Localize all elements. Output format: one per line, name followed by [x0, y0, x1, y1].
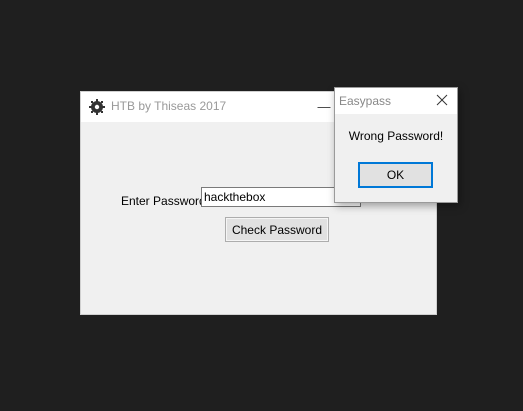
- dialog-title: Easypass: [339, 94, 392, 108]
- ok-button[interactable]: OK: [358, 162, 433, 188]
- close-icon[interactable]: [433, 91, 451, 109]
- gear-icon: [89, 99, 105, 115]
- error-dialog: Easypass Wrong Password! OK: [334, 87, 458, 203]
- dialog-titlebar[interactable]: Easypass: [335, 88, 457, 114]
- window-title: HTB by Thiseas 2017: [111, 99, 227, 113]
- dialog-message: Wrong Password!: [348, 129, 444, 143]
- minimize-button[interactable]: —: [313, 96, 335, 118]
- password-label: Enter Password: [121, 194, 206, 208]
- check-password-button[interactable]: Check Password: [225, 217, 329, 242]
